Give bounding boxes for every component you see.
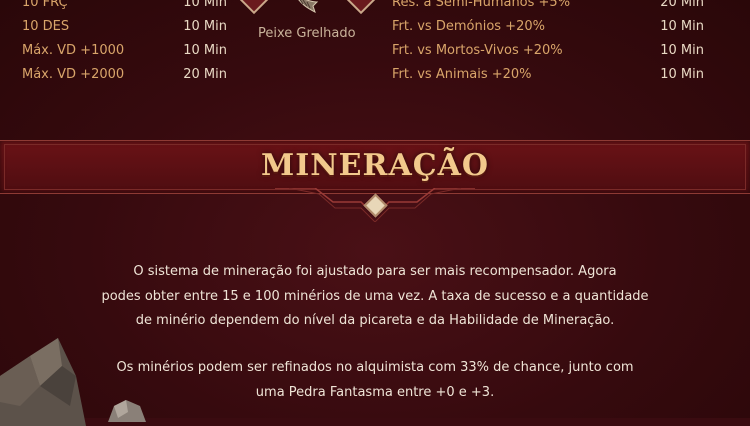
buff-name: Máx. VD +1000: [22, 43, 125, 58]
buff-time: 10 Min: [183, 43, 227, 58]
right-buff-times: 20 Min 10 Min 10 Min 10 Min: [560, 0, 704, 87]
buff-name: Res. a Semi-Humanos +5%: [392, 0, 571, 10]
description-paragraph-1: O sistema de mineração foi ajustado para…: [0, 260, 750, 334]
buff-name: Frt. vs Demónios +20%: [392, 19, 545, 34]
ore-rock-icon: [0, 338, 86, 426]
left-buff-names: 10 FRÇ 10 DES Máx. VD +1000 Máx. VD +200…: [22, 0, 124, 87]
buff-time: 20 Min: [183, 67, 227, 82]
description-line: podes obter entre 15 e 100 minérios de u…: [101, 288, 649, 304]
section-title: MINERAÇÃO: [260, 148, 490, 183]
buff-name: Máx. VD +2000: [22, 67, 125, 82]
description-line: de minério dependem do nível da picareta…: [135, 313, 615, 328]
food-item-label: Peixe Grelhado: [258, 26, 356, 41]
buff-time: 10 Min: [660, 19, 704, 34]
buff-name: Frt. vs Mortos-Vivos +20%: [392, 43, 563, 58]
buff-name: 10 DES: [22, 19, 70, 34]
buff-time: 10 Min: [183, 19, 227, 34]
grilled-fish-icon: [298, 0, 319, 13]
description-line: O sistema de mineração foi ajustado para…: [133, 264, 617, 279]
buff-time: 10 Min: [660, 67, 704, 82]
buff-time: 10 Min: [183, 0, 227, 10]
buff-time: 20 Min: [660, 0, 704, 10]
buff-name: Frt. vs Animais +20%: [392, 67, 532, 82]
buff-time: 10 Min: [660, 43, 704, 58]
description-line: Os minérios podem ser refinados no alqui…: [116, 360, 634, 375]
ore-rock-small-icon: [108, 400, 146, 422]
left-buff-times: 10 Min 10 Min 10 Min 20 Min: [150, 0, 227, 87]
buff-name: 10 FRÇ: [22, 0, 68, 10]
right-buff-names: Res. a Semi-Humanos +5% Frt. vs Demónios…: [392, 0, 570, 87]
